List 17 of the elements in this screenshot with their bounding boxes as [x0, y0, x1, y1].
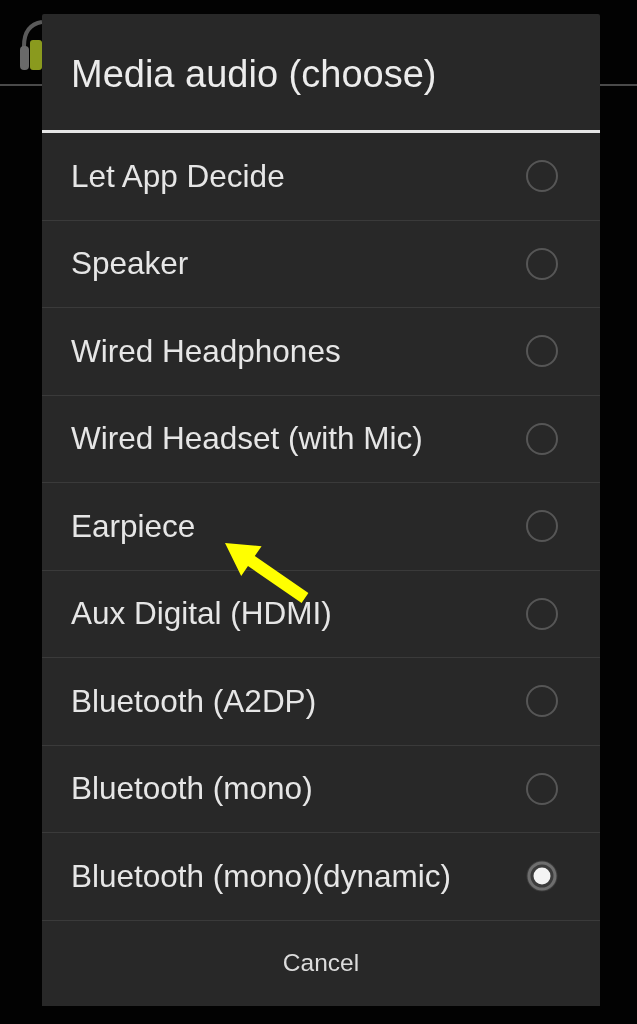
audio-option[interactable]: Let App Decide [42, 133, 600, 221]
audio-option[interactable]: Bluetooth (A2DP) [42, 658, 600, 746]
audio-option[interactable]: Speaker [42, 220, 600, 308]
audio-option[interactable]: Wired Headset (with Mic) [42, 395, 600, 483]
radio-button[interactable] [525, 421, 559, 456]
radio-button[interactable] [525, 509, 559, 544]
audio-option[interactable]: Wired Headphones [42, 308, 600, 396]
radio-button[interactable] [525, 159, 559, 194]
radio-button-selected[interactable] [525, 859, 559, 894]
audio-option[interactable]: Bluetooth (mono)(dynamic) [42, 833, 600, 921]
radio-button[interactable] [525, 334, 559, 369]
radio-button[interactable] [525, 596, 559, 631]
audio-option[interactable]: Bluetooth (mono) [42, 745, 600, 833]
radio-button[interactable] [525, 771, 559, 806]
radio-button[interactable] [525, 684, 559, 719]
dialog-title: Media audio (choose) [71, 52, 437, 96]
radio-button[interactable] [525, 246, 559, 281]
